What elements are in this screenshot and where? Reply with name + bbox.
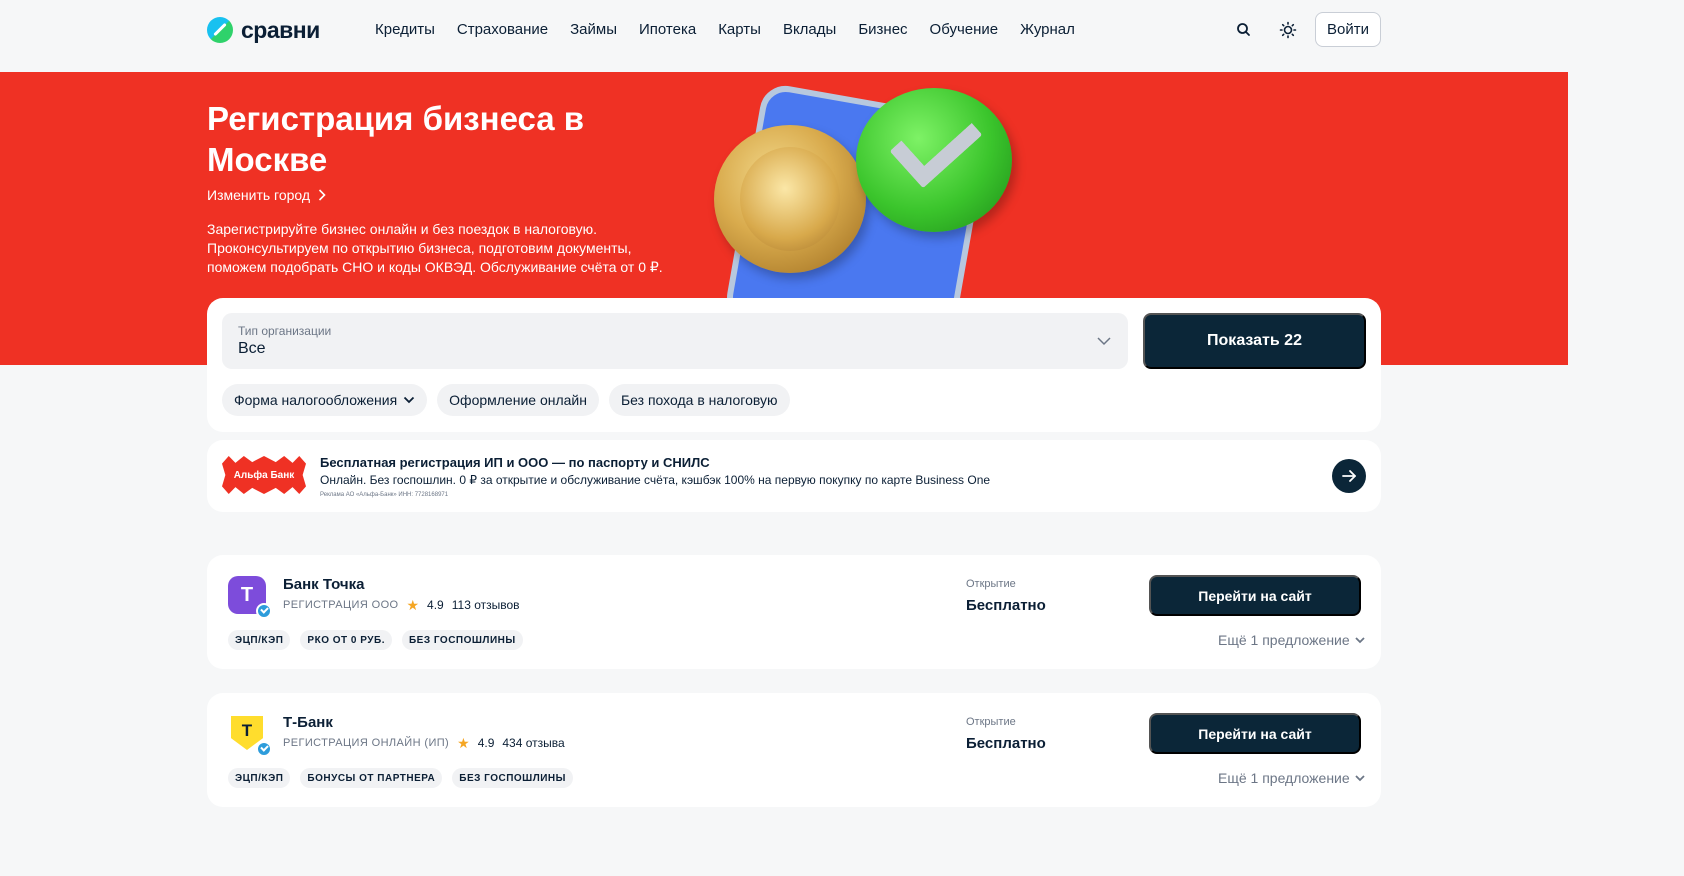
organization-type-select[interactable]: Тип организации Все — [222, 313, 1128, 369]
bank-name[interactable]: Банк Точка — [283, 576, 364, 593]
select-value: Все — [238, 340, 266, 357]
offer-tag: ЭЦП/КЭП — [228, 630, 291, 650]
lion-coin-face — [740, 147, 840, 251]
rating-value: 4.9 — [427, 598, 444, 612]
nav-item-credits[interactable]: Кредиты — [375, 20, 435, 40]
filter-chips: Форма налогообложения Оформление онлайн … — [222, 384, 790, 416]
page-title: Регистрация бизнеса в Москве — [207, 100, 585, 178]
arrow-right-icon — [1342, 470, 1356, 482]
nav-item-loans[interactable]: Займы — [570, 20, 617, 40]
offer-tags: ЭЦП/КЭП Бонусы от партнера Без госпошлин… — [228, 768, 573, 788]
nav-item-insurance[interactable]: Страхование — [457, 20, 548, 40]
checkmark-icon — [889, 97, 983, 189]
chevron-down-icon — [404, 396, 415, 404]
bank-logo-letter: Т — [241, 721, 253, 740]
ad-arrow-button[interactable] — [1332, 459, 1366, 493]
change-city-link[interactable]: Изменить город — [207, 187, 326, 203]
sun-icon[interactable] — [1278, 20, 1298, 40]
filter-panel: Тип организации Все Показать 22 Форма на… — [207, 298, 1381, 432]
ad-legal-text: Реклама АО «Альфа-Банк» ИНН: 7728168971 — [320, 492, 449, 498]
more-offers-label: Ещё 1 предложение — [1218, 632, 1350, 648]
offer-tag: Бонусы от партнера — [300, 768, 443, 788]
more-offers-toggle[interactable]: Ещё 1 предложение — [1218, 770, 1365, 786]
lion-coin-illustration — [714, 125, 866, 273]
offer-tag: ЭЦП/КЭП — [228, 768, 291, 788]
nav-item-mortgage[interactable]: Ипотека — [639, 20, 696, 40]
login-button[interactable]: Войти — [1315, 12, 1381, 47]
offer-type: Регистрация онлайн (ИП) — [283, 737, 450, 749]
chevron-down-icon — [1355, 636, 1365, 643]
ad-text: Онлайн. Без госпошлин. 0 ₽ за открытие и… — [320, 473, 991, 487]
logo-text: сравни — [241, 16, 320, 43]
offer-tag: РКО от 0 руб. — [300, 630, 392, 650]
opening-value: Бесплатно — [966, 735, 1046, 752]
chevron-down-icon — [1355, 774, 1365, 781]
star-icon: ★ — [457, 734, 470, 751]
search-icon[interactable] — [1234, 20, 1254, 40]
ad-title: Бесплатная регистрация ИП и ООО — по пас… — [320, 455, 710, 470]
nav-item-deposits[interactable]: Вклады — [783, 20, 836, 40]
main-nav: Кредиты Страхование Займы Ипотека Карты … — [375, 20, 1075, 40]
select-label: Тип организации — [238, 324, 332, 338]
logo-mark-icon — [207, 17, 233, 43]
sravni-logo[interactable]: сравни — [207, 17, 320, 43]
chip-online-registration[interactable]: Оформление онлайн — [437, 384, 599, 416]
go-to-site-button[interactable]: Перейти на сайт — [1149, 575, 1361, 616]
offer-tags: ЭЦП/КЭП РКО от 0 руб. Без госпошлины — [228, 630, 523, 650]
chip-label: Форма налогообложения — [234, 392, 398, 408]
nav-item-journal[interactable]: Журнал — [1020, 20, 1075, 40]
verified-badge-icon — [256, 741, 272, 757]
nav-item-business[interactable]: Бизнес — [858, 20, 907, 40]
offer-card: Т Банк Точка Регистрация ООО ★ 4.9 113 о… — [207, 555, 1381, 669]
verified-badge-icon — [256, 603, 272, 619]
offer-card: Т Т-Банк Регистрация онлайн (ИП) ★ 4.9 4… — [207, 693, 1381, 807]
chip-tax-form[interactable]: Форма налогообложения — [222, 384, 428, 416]
reviews-link[interactable]: 113 отзывов — [452, 598, 520, 612]
alfa-bank-logo-text: Альфа Банк — [233, 469, 295, 481]
more-offers-label: Ещё 1 предложение — [1218, 770, 1350, 786]
site-header: сравни Кредиты Страхование Займы Ипотека… — [0, 0, 1568, 72]
opening-value: Бесплатно — [966, 597, 1046, 614]
chip-label: Без похода в налоговую — [620, 392, 778, 408]
bank-logo-letter: Т — [240, 583, 254, 606]
bank-name[interactable]: Т-Банк — [283, 714, 333, 731]
ad-banner[interactable]: Альфа Банк Бесплатная регистрация ИП и О… — [207, 440, 1381, 512]
hero-description: Зарегистрируйте бизнес онлайн и без поез… — [207, 221, 663, 275]
offer-type: Регистрация ООО — [283, 599, 399, 611]
change-city-label: Изменить город — [207, 187, 311, 203]
offer-tag: Без госпошлины — [452, 768, 573, 788]
chip-no-tax-office-visit[interactable]: Без похода в налоговую — [608, 384, 790, 416]
chevron-down-icon — [1097, 337, 1111, 346]
nav-item-education[interactable]: Обучение — [930, 20, 999, 40]
checkmark-coin-illustration — [856, 88, 1012, 232]
opening-label: Открытие — [966, 716, 1016, 728]
star-icon: ★ — [406, 596, 420, 613]
chevron-right-icon — [318, 189, 326, 201]
go-to-site-button[interactable]: Перейти на сайт — [1149, 713, 1361, 754]
chip-label: Оформление онлайн — [449, 392, 587, 408]
alfa-bank-logo: Альфа Банк — [222, 456, 306, 494]
offer-tag: Без госпошлины — [401, 630, 523, 650]
bank-meta: Регистрация ООО ★ 4.9 113 отзывов — [283, 596, 520, 613]
reviews-link[interactable]: 434 отзыва — [502, 736, 564, 750]
opening-label: Открытие — [966, 578, 1016, 590]
more-offers-toggle[interactable]: Ещё 1 предложение — [1218, 632, 1365, 648]
bank-meta: Регистрация онлайн (ИП) ★ 4.9 434 отзыва — [283, 734, 565, 751]
rating-value: 4.9 — [477, 736, 495, 750]
nav-item-cards[interactable]: Карты — [718, 20, 761, 40]
show-results-button[interactable]: Показать 22 — [1143, 313, 1366, 369]
